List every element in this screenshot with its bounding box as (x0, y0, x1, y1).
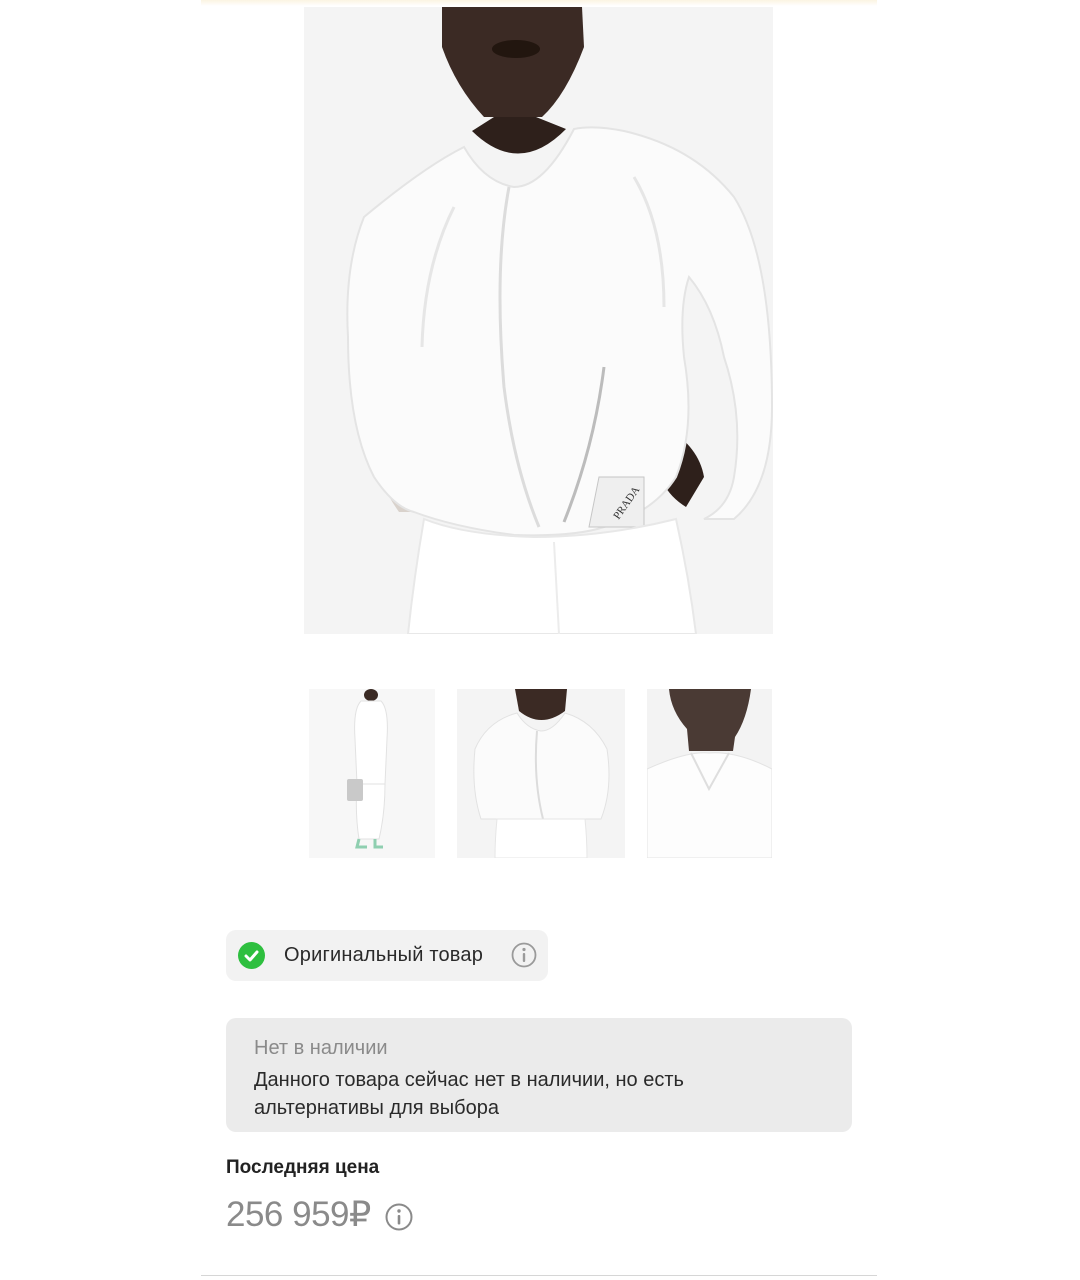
thumbnail-2[interactable] (457, 689, 625, 858)
thumbnail-jacket-image (457, 689, 625, 858)
thumbnail-back-image (647, 689, 772, 858)
price-info-icon[interactable] (385, 1203, 413, 1231)
product-page: PRADA Оригинальный товар Нет в наличии Д… (0, 0, 1080, 1280)
check-circle-icon (238, 942, 265, 969)
thumbnail-3[interactable] (647, 689, 772, 858)
original-product-label: Оригинальный товар (284, 944, 484, 966)
model-jacket-illustration: PRADA (304, 7, 773, 634)
info-icon[interactable] (511, 942, 537, 968)
stock-status-title: Нет в наличии (254, 1037, 388, 1059)
stock-status-message: Данного товара сейчас нет в наличии, но … (254, 1069, 684, 1119)
out-of-stock-notice: Нет в наличии Данного товара сейчас нет … (226, 1018, 852, 1132)
divider (201, 1275, 877, 1276)
main-product-image[interactable]: PRADA (304, 7, 773, 634)
thumbnail-1[interactable] (309, 689, 435, 858)
thumbnail-full-body-image (309, 689, 435, 858)
price-value: 256 959₽ (226, 1195, 371, 1234)
top-bar (201, 0, 877, 6)
last-price-label: Последняя цена (226, 1157, 380, 1178)
original-product-badge[interactable]: Оригинальный товар (226, 930, 548, 981)
